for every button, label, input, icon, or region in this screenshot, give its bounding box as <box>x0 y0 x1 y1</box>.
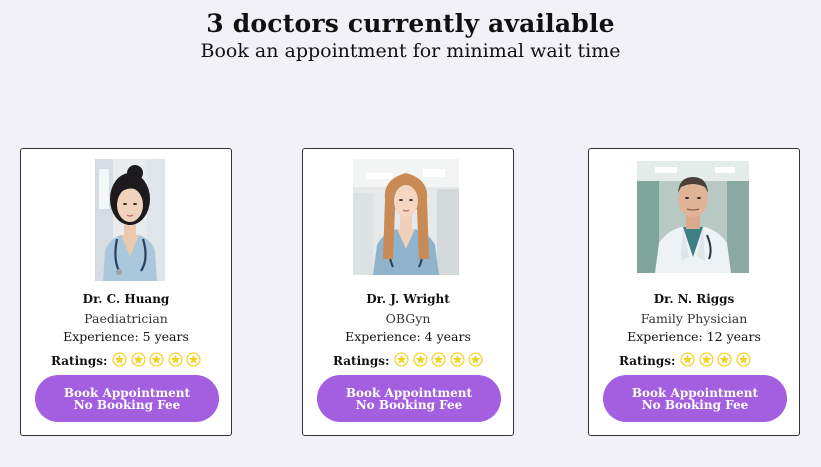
star-icon <box>468 352 483 367</box>
button-label: Book Appointment <box>631 385 759 400</box>
doctor-card: Dr. N. Riggs Family Physician Experience… <box>588 148 800 436</box>
book-appointment-button[interactable]: Book Appointment No Booking Fee <box>317 375 501 422</box>
ratings-row: Ratings: <box>619 352 754 370</box>
star-icon <box>149 352 164 367</box>
star-icon <box>680 352 695 367</box>
star-icon <box>717 352 732 367</box>
doctor-photo <box>353 159 459 275</box>
doctor-name: Dr. C. Huang <box>82 292 170 306</box>
button-label: Book Appointment <box>345 385 473 400</box>
ratings-label: Ratings: <box>51 354 108 368</box>
ratings-label: Ratings: <box>619 354 676 368</box>
button-sublabel: No Booking Fee <box>641 397 749 412</box>
star-icon <box>394 352 409 367</box>
doctor-specialty: Family Physician <box>640 311 748 326</box>
ratings-row: Ratings: <box>333 352 487 370</box>
doctor-specialty: OBGyn <box>385 311 431 326</box>
star-icon <box>450 352 465 367</box>
doctor-card: Dr. C. Huang Paediatrician Experience: 5… <box>20 148 232 436</box>
star-rating <box>680 352 754 370</box>
ratings-label: Ratings: <box>333 354 390 368</box>
ratings-row: Ratings: <box>51 352 205 370</box>
page-subtitle: Book an appointment for minimal wait tim… <box>200 40 621 62</box>
doctor-photo <box>637 161 749 273</box>
doctor-card: Dr. J. Wright OBGyn Experience: 4 years … <box>302 148 514 436</box>
star-rating <box>112 352 205 370</box>
book-appointment-button[interactable]: Book Appointment No Booking Fee <box>35 375 219 422</box>
doctor-experience: Experience: 12 years <box>627 329 761 344</box>
star-icon <box>186 352 201 367</box>
star-icon <box>112 352 127 367</box>
doctor-specialty: Paediatrician <box>84 311 168 326</box>
page-header: 3 doctors currently available Book an ap… <box>0 8 821 62</box>
doctor-photo <box>95 159 165 281</box>
button-label: Book Appointment <box>63 385 191 400</box>
book-appointment-button[interactable]: Book Appointment No Booking Fee <box>603 375 787 422</box>
star-icon <box>131 352 146 367</box>
button-sublabel: No Booking Fee <box>355 397 463 412</box>
doctor-name: Dr. J. Wright <box>366 292 450 306</box>
doctor-experience: Experience: 5 years <box>63 329 189 344</box>
star-icon <box>699 352 714 367</box>
doctor-name: Dr. N. Riggs <box>653 292 735 306</box>
star-icon <box>431 352 446 367</box>
page-title: 3 doctors currently available <box>206 9 615 38</box>
star-icon <box>168 352 183 367</box>
star-icon <box>413 352 428 367</box>
star-icon <box>736 352 751 367</box>
doctor-experience: Experience: 4 years <box>345 329 471 344</box>
star-rating <box>394 352 487 370</box>
button-sublabel: No Booking Fee <box>73 397 181 412</box>
